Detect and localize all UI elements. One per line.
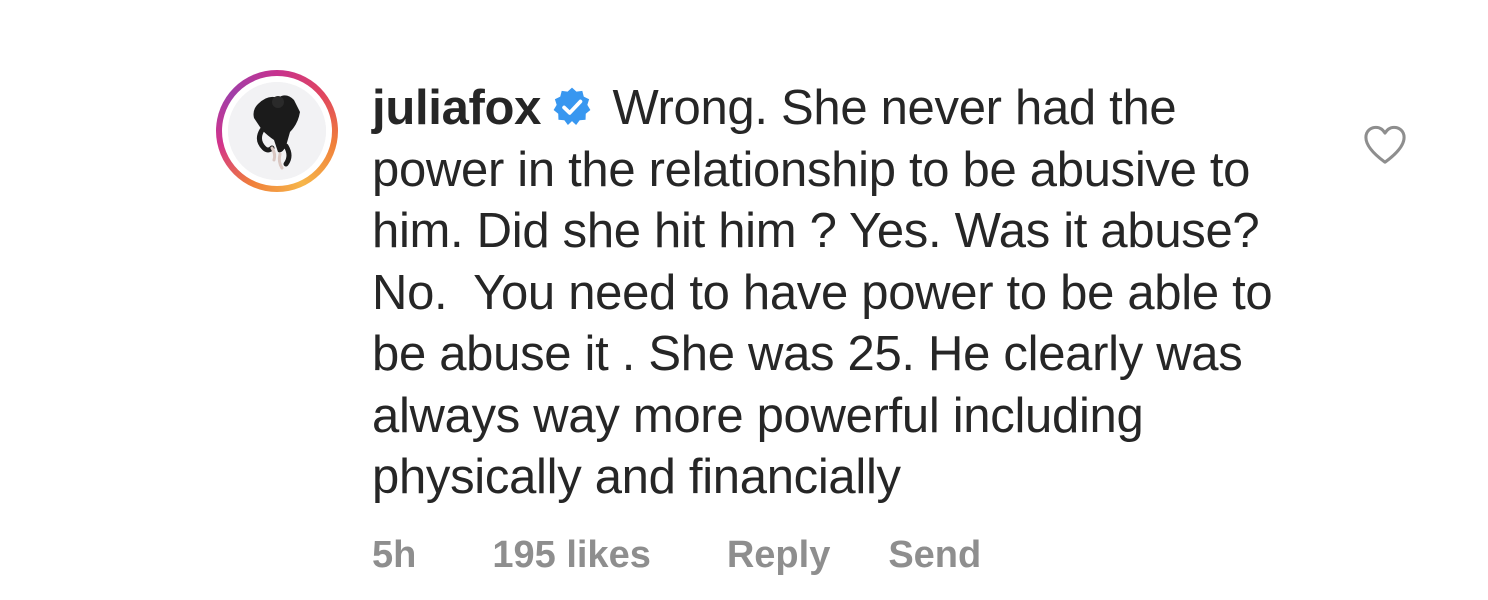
send-button[interactable]: Send [888,534,981,577]
avatar-photo [228,82,326,180]
avatar[interactable] [216,70,338,192]
likes-count-button[interactable]: 195 likes [492,534,650,577]
reply-button[interactable]: Reply [727,534,830,577]
comment-meta: 5h 195 likes Reply Send [372,530,981,580]
avatar-figure-icon [228,82,326,180]
comment-username[interactable]: juliafox [372,81,541,135]
verified-badge-icon [553,87,591,126]
comment-content: juliafox Wrong. She never had the power … [372,78,1292,509]
comment: juliafox Wrong. She never had the power … [0,0,1488,600]
comment-text: Wrong. She never had the power in the re… [372,81,1286,504]
heart-outline-icon[interactable] [1362,124,1408,166]
comment-timestamp: 5h [372,533,417,576]
